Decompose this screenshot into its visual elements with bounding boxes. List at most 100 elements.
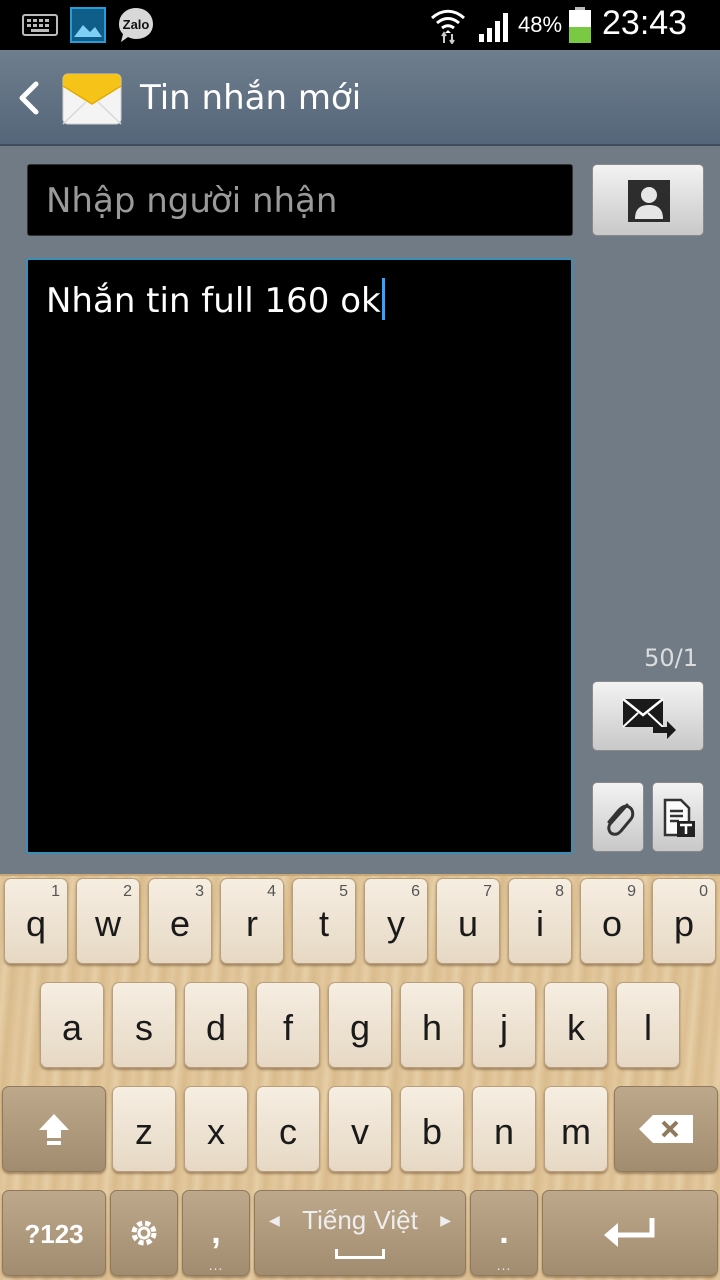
key-n[interactable]: n — [472, 1086, 536, 1172]
action-bar: Tin nhắn mới — [0, 50, 720, 146]
comma-label: , — [211, 1213, 221, 1251]
settings-gear-icon — [131, 1220, 157, 1246]
backspace-icon — [639, 1115, 693, 1143]
character-counter: 50/1 — [644, 644, 698, 672]
text-template-button[interactable] — [652, 782, 704, 852]
key-label: k — [567, 1007, 585, 1048]
language-label: Tiếng Việt — [302, 1205, 418, 1235]
shift-key[interactable] — [2, 1086, 106, 1172]
zalo-icon: Zalo — [116, 5, 156, 45]
space-icon — [335, 1249, 385, 1259]
key-m[interactable]: m — [544, 1086, 608, 1172]
key-label: y — [387, 903, 405, 944]
key-j[interactable]: j — [472, 982, 536, 1068]
key-label: c — [279, 1111, 297, 1152]
key-label: r — [246, 903, 258, 944]
key-label: q — [25, 903, 47, 944]
keyboard: 1q2w3e4r5t6y7u8i9o0p asdfghjkl zxcvbnm ?… — [0, 874, 720, 1280]
period-more-dots: ... — [496, 1259, 512, 1273]
keyboard-icon — [22, 14, 58, 36]
key-z[interactable]: z — [112, 1086, 176, 1172]
key-x[interactable]: x — [184, 1086, 248, 1172]
key-u[interactable]: 7u — [436, 878, 500, 964]
comma-key[interactable]: , ... — [182, 1190, 250, 1276]
key-a[interactable]: a — [40, 982, 104, 1068]
enter-key[interactable] — [542, 1190, 718, 1276]
key-number-hint: 7 — [483, 883, 492, 900]
status-bar: Zalo 48% 23:43 — [0, 0, 720, 50]
compose-area: Nhập người nhận Nhắn tin full 160 ok 50/… — [0, 146, 720, 874]
battery-percent: 48% — [518, 12, 563, 37]
symbols-key[interactable]: ?123 — [2, 1190, 106, 1276]
key-y[interactable]: 6y — [364, 878, 428, 964]
clock: 23:43 — [602, 4, 688, 42]
key-number-hint: 1 — [51, 883, 60, 900]
enter-icon — [604, 1218, 655, 1247]
envelope-icon — [62, 73, 122, 125]
key-label: x — [207, 1111, 225, 1152]
key-t[interactable]: 5t — [292, 878, 356, 964]
key-c[interactable]: c — [256, 1086, 320, 1172]
key-label: o — [601, 903, 623, 944]
key-number-hint: 5 — [339, 883, 348, 900]
key-q[interactable]: 1q — [4, 878, 68, 964]
message-input[interactable]: Nhắn tin full 160 ok — [26, 258, 573, 854]
key-w[interactable]: 2w — [76, 878, 140, 964]
recipient-placeholder: Nhập người nhận — [46, 181, 338, 221]
key-label: d — [205, 1007, 227, 1048]
page-title: Tin nhắn mới — [140, 78, 362, 118]
text-caret — [381, 278, 385, 320]
key-e[interactable]: 3e — [148, 878, 212, 964]
backspace-key[interactable] — [614, 1086, 718, 1172]
key-number-hint: 6 — [411, 883, 420, 900]
key-number-hint: 9 — [627, 883, 636, 900]
key-label: b — [421, 1111, 443, 1152]
key-label: m — [561, 1111, 591, 1152]
symbols-label: ?123 — [24, 1219, 84, 1249]
shift-icon — [39, 1114, 69, 1145]
key-g[interactable]: g — [328, 982, 392, 1068]
message-text: Nhắn tin full 160 ok — [46, 281, 381, 321]
key-b[interactable]: b — [400, 1086, 464, 1172]
paperclip-icon — [607, 803, 635, 836]
key-o[interactable]: 9o — [580, 878, 644, 964]
key-v[interactable]: v — [328, 1086, 392, 1172]
key-label: j — [500, 1007, 508, 1048]
contact-icon — [628, 180, 670, 222]
key-k[interactable]: k — [544, 982, 608, 1068]
key-r[interactable]: 4r — [220, 878, 284, 964]
key-h[interactable]: h — [400, 982, 464, 1068]
key-l[interactable]: l — [616, 982, 680, 1068]
period-key[interactable]: . ... — [470, 1190, 538, 1276]
battery-icon — [569, 7, 591, 43]
send-button[interactable] — [592, 681, 704, 751]
space-key[interactable]: ◀ Tiếng Việt ▶ — [254, 1190, 466, 1276]
gallery-icon — [70, 7, 106, 43]
period-label: . — [499, 1213, 509, 1251]
recipient-input[interactable]: Nhập người nhận — [27, 164, 573, 236]
key-label: n — [493, 1111, 515, 1152]
key-label: a — [61, 1007, 83, 1048]
key-number-hint: 0 — [699, 883, 708, 900]
key-label: v — [351, 1111, 369, 1152]
key-p[interactable]: 0p — [652, 878, 716, 964]
key-number-hint: 8 — [555, 883, 564, 900]
key-i[interactable]: 8i — [508, 878, 572, 964]
key-f[interactable]: f — [256, 982, 320, 1068]
wifi-icon — [430, 9, 466, 44]
key-label: w — [95, 903, 121, 944]
language-right-arrow-icon: ▶ — [440, 1213, 451, 1229]
key-label: t — [318, 903, 329, 944]
key-number-hint: 2 — [123, 883, 132, 900]
chevron-left-icon[interactable] — [14, 80, 44, 116]
settings-key[interactable] — [110, 1190, 178, 1276]
key-number-hint: 3 — [195, 883, 204, 900]
contacts-button[interactable] — [592, 164, 704, 236]
key-number-hint: 4 — [267, 883, 276, 900]
key-s[interactable]: s — [112, 982, 176, 1068]
key-d[interactable]: d — [184, 982, 248, 1068]
key-label: f — [282, 1007, 293, 1048]
key-label: i — [536, 903, 544, 944]
key-label: z — [135, 1111, 153, 1152]
attach-button[interactable] — [592, 782, 644, 852]
